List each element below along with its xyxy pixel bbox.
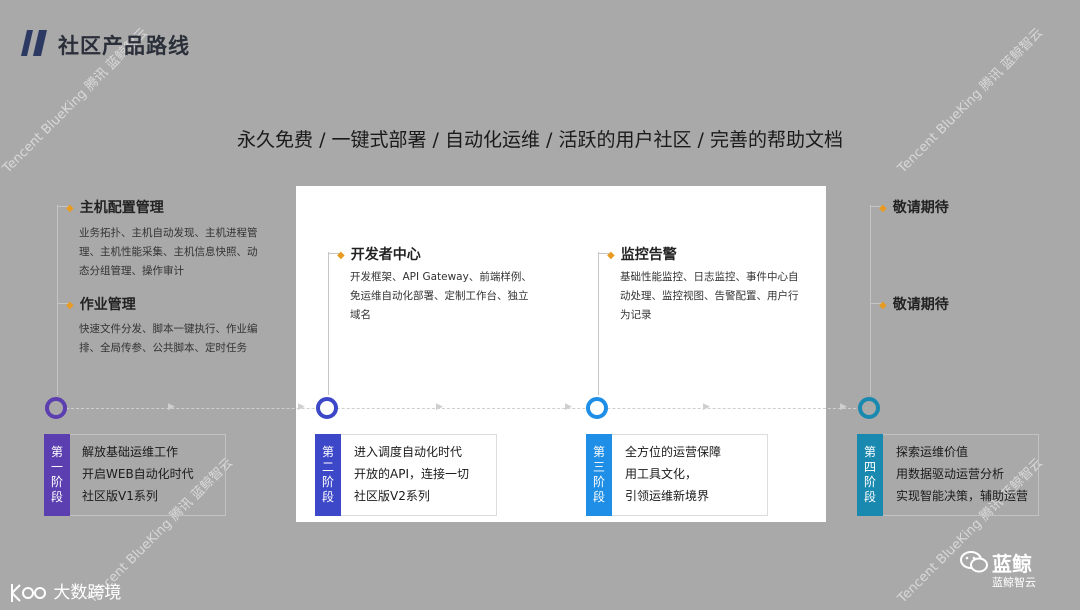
stage-line: 引领运维新境界 — [625, 489, 710, 503]
feature-line: 为记录 — [620, 309, 652, 321]
feature-line: 动处理、监控视图、告警配置、用户行 — [620, 290, 799, 302]
stage-tag-char: 第 — [592, 445, 605, 459]
timeline-arrow-icon: ▶ — [168, 402, 175, 412]
watermark: Tencent BlueKing 腾讯 蓝鲸智云 — [895, 25, 1046, 177]
feature-line: 理、主机性能采集、主机信息快照、动 — [79, 246, 258, 258]
stage-line: 社区版V2系列 — [354, 489, 430, 503]
brand-name: 蓝鲸 — [992, 552, 1032, 576]
feature-title: ◆ 开发者中心 — [337, 244, 421, 264]
stage-tag-char: 段 — [321, 490, 334, 504]
stage-line: 用数据驱动运营分析 — [896, 467, 1005, 481]
feature-description: 业务拓扑、主机自动发现、主机进程管 理、主机性能采集、主机信息快照、动 态分组管… — [79, 224, 258, 281]
stage-tag-char: 四 — [863, 460, 876, 474]
bullet-dot-icon: ◆ — [879, 202, 887, 214]
connector-line — [598, 252, 599, 395]
stage-line: 全方位的运营保障 — [625, 445, 722, 459]
feature-title-text: 开发者中心 — [350, 247, 421, 263]
timeline-node-icon — [858, 397, 880, 419]
logo-text: 大数跨境 — [53, 583, 122, 603]
stage-tag-char: 第 — [50, 445, 63, 459]
stage-tag-char: 阶 — [863, 475, 876, 489]
timeline-node-icon — [586, 397, 608, 419]
connector-line — [870, 205, 871, 395]
feature-line: 业务拓扑、主机自动发现、主机进程管 — [79, 227, 258, 239]
page-subtitle: 永久免费 / 一键式部署 / 自动化运维 / 活跃的用户社区 / 完善的帮助文档 — [237, 129, 843, 151]
feature-description: 开发框架、API Gateway、前端样例、 免运维自动化部署、定制工作台、独立… — [350, 268, 532, 325]
title-slash-icon — [21, 30, 47, 56]
logo-mark-icon — [11, 584, 46, 602]
stage-description: 解放基础运维工作 开启WEB自动化时代 社区版V1系列 — [82, 441, 194, 507]
timeline-arrow-icon: ▶ — [298, 402, 305, 412]
stage-tag: 第 一 阶 段 — [44, 434, 70, 516]
feature-title: ◆ 敬请期待 — [879, 197, 949, 217]
feature-title-text: 作业管理 — [79, 297, 136, 313]
timeline-arrow-icon: ▶ — [436, 402, 443, 412]
connector-line — [328, 252, 329, 395]
stage-line: 开放的API，连接一切 — [354, 467, 469, 481]
brand-subtitle: 蓝鲸智云 — [992, 576, 1036, 589]
stage-tag-char: 段 — [50, 490, 63, 504]
stage-tag-char: 一 — [50, 460, 63, 474]
feature-title-text: 主机配置管理 — [79, 200, 164, 216]
slide: Tencent BlueKing 腾讯 蓝鲸智云 Tencent BlueKin… — [0, 0, 1080, 610]
stage-description: 全方位的运营保障 用工具文化， 引领运维新境界 — [625, 441, 721, 507]
stage-tag-char: 阶 — [592, 475, 605, 489]
page-title: 社区产品路线 — [58, 34, 190, 58]
stage-tag: 第 三 阶 段 — [586, 434, 612, 516]
bullet-dot-icon: ◆ — [66, 202, 74, 214]
stage-line: 社区版V1系列 — [82, 489, 158, 503]
wechat-icon — [960, 551, 988, 573]
stage-tag-char: 段 — [592, 490, 605, 504]
stage-tag-char: 第 — [863, 445, 876, 459]
feature-line: 开发框架、API Gateway、前端样例、 — [350, 271, 532, 283]
stage-tag-char: 阶 — [50, 475, 63, 489]
stage-tag: 第 二 阶 段 — [315, 434, 341, 516]
feature-description: 快速文件分发、脚本一键执行、作业编 排、全局传参、公共脚本、定时任务 — [79, 320, 258, 358]
timeline-node-icon — [316, 397, 338, 419]
bullet-dot-icon: ◆ — [66, 299, 74, 311]
feature-title-text: 监控告警 — [620, 247, 677, 263]
feature-title: ◆ 主机配置管理 — [66, 197, 164, 217]
stage-tag-char: 段 — [863, 490, 876, 504]
stage-tag-char: 阶 — [321, 475, 334, 489]
stage-line: 用工具文化， — [625, 467, 698, 481]
bullet-dot-icon: ◆ — [607, 249, 615, 261]
feature-line: 快速文件分发、脚本一键执行、作业编 — [79, 323, 258, 335]
bullet-dot-icon: ◆ — [879, 299, 887, 311]
stage-line: 开启WEB自动化时代 — [82, 467, 194, 481]
feature-title: ◆ 监控告警 — [607, 244, 677, 264]
stage-description: 进入调度自动化时代 开放的API，连接一切 社区版V2系列 — [354, 441, 469, 507]
timeline-axis — [66, 408, 866, 409]
timeline-arrow-icon: ▶ — [840, 402, 847, 412]
stage-line: 进入调度自动化时代 — [354, 445, 463, 459]
stage-tag-char: 第 — [321, 445, 334, 459]
timeline-arrow-icon: ▶ — [703, 402, 710, 412]
feature-description: 基础性能监控、日志监控、事件中心自 动处理、监控视图、告警配置、用户行 为记录 — [620, 268, 799, 325]
connector-line — [57, 205, 58, 395]
feature-title-text: 敬请期待 — [892, 200, 949, 216]
feature-line: 排、全局传参、公共脚本、定时任务 — [79, 342, 247, 354]
timeline-arrow-icon: ▶ — [565, 402, 572, 412]
feature-title-text: 敬请期待 — [892, 297, 949, 313]
stage-line: 探索运维价值 — [896, 445, 969, 459]
feature-title: ◆ 作业管理 — [66, 294, 136, 314]
stage-tag: 第 四 阶 段 — [857, 434, 883, 516]
bottom-left-logo: 大数跨境 — [8, 578, 121, 604]
stage-line: 实现智能决策，辅助运营 — [896, 489, 1029, 503]
stage-tag-char: 二 — [321, 460, 334, 474]
stage-tag-char: 三 — [592, 460, 605, 474]
timeline-node-icon — [45, 397, 67, 419]
feature-line: 态分组管理、操作审计 — [79, 265, 184, 277]
stage-description: 探索运维价值 用数据驱动运营分析 实现智能决策，辅助运营 — [896, 441, 1028, 507]
feature-line: 域名 — [350, 309, 371, 321]
feature-title: ◆ 敬请期待 — [879, 294, 949, 314]
bullet-dot-icon: ◆ — [337, 249, 345, 261]
feature-line: 免运维自动化部署、定制工作台、独立 — [350, 290, 529, 302]
stage-line: 解放基础运维工作 — [82, 445, 179, 459]
feature-line: 基础性能监控、日志监控、事件中心自 — [620, 271, 799, 283]
